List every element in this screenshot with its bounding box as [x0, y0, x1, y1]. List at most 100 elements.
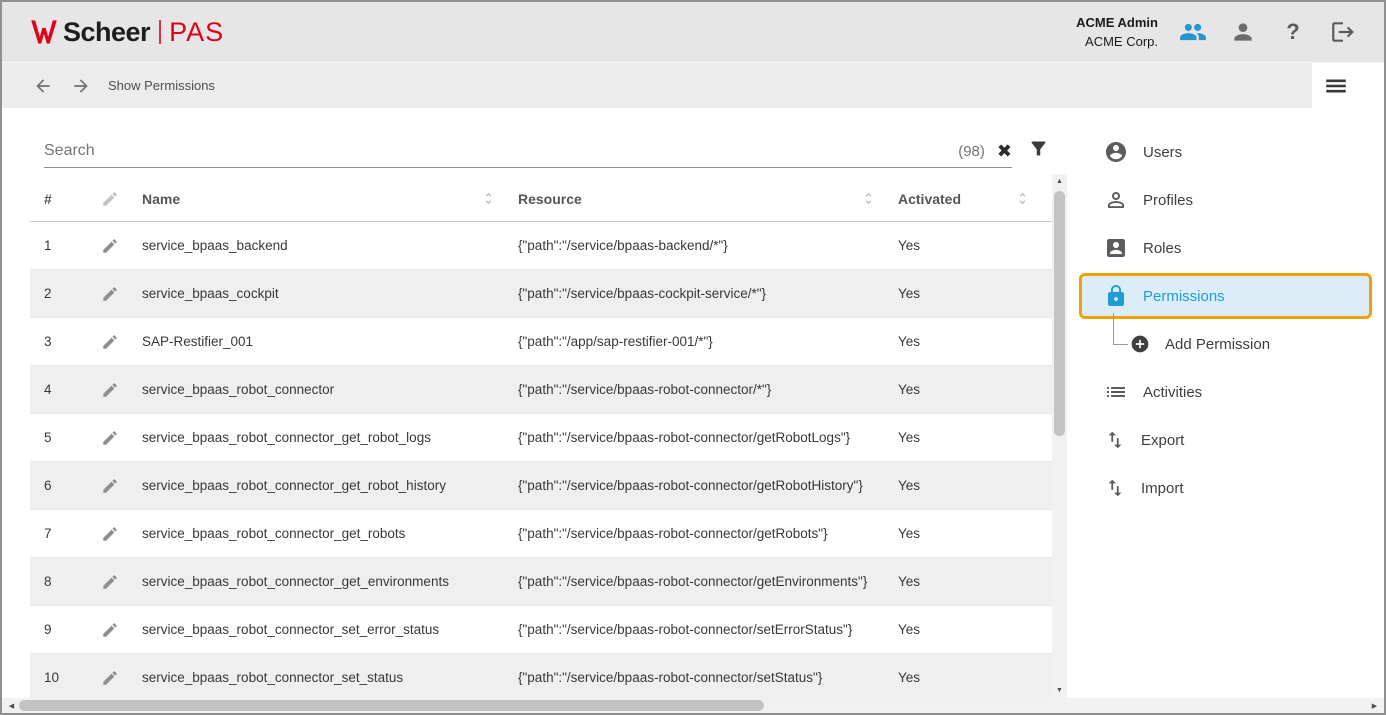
sidebar-item-export[interactable]: Export — [1077, 416, 1384, 464]
import-export-icon — [1104, 477, 1126, 499]
main-area: (98) ✖ # Name — [2, 108, 1384, 713]
header-name[interactable]: Name — [134, 191, 510, 207]
row-index: 9 — [30, 622, 86, 637]
row-name: service_bpaas_robot_connector_set_status — [134, 670, 510, 685]
help-icon[interactable]: ? — [1278, 17, 1308, 47]
row-index: 7 — [30, 526, 86, 541]
add-circle-icon — [1130, 334, 1150, 354]
row-resource: {"path":"/service/bpaas-robot-connector/… — [510, 670, 890, 685]
user-name: ACME Admin — [1076, 13, 1158, 33]
scroll-down-icon[interactable]: ▼ — [1052, 683, 1067, 698]
sidebar-item-activities[interactable]: Activities — [1077, 368, 1384, 416]
row-activated: Yes — [890, 478, 1052, 493]
admin-sidebar: Users Profiles Roles Permissions Add Per… — [1077, 108, 1384, 713]
row-activated: Yes — [890, 574, 1052, 589]
table-header-row: # Name Resource Activated — [30, 176, 1052, 222]
product-text: PAS — [169, 17, 224, 48]
sidebar-item-add-permission[interactable]: Add Permission — [1077, 320, 1384, 368]
horizontal-scrollbar-thumb[interactable] — [19, 700, 764, 711]
forward-arrow-icon[interactable] — [70, 75, 92, 97]
search-input[interactable] — [44, 142, 946, 160]
user-info: ACME Admin ACME Corp. — [1076, 13, 1158, 52]
row-name: service_bpaas_robot_connector — [134, 382, 510, 397]
row-index: 4 — [30, 382, 86, 397]
edit-icon[interactable] — [86, 237, 134, 255]
scroll-right-icon[interactable]: ▶ — [1367, 698, 1382, 713]
profile-icon[interactable] — [1228, 17, 1258, 47]
edit-icon[interactable] — [86, 381, 134, 399]
vertical-scrollbar[interactable]: ▲ ▼ — [1052, 174, 1067, 698]
top-header-bar: Scheer PAS ACME Admin ACME Corp. ? — [2, 2, 1384, 62]
scroll-left-icon[interactable]: ◀ — [4, 698, 19, 713]
sidebar-item-import[interactable]: Import — [1077, 464, 1384, 512]
row-resource: {"path":"/service/bpaas-robot-connector/… — [510, 622, 890, 637]
row-resource: {"path":"/service/bpaas-robot-connector/… — [510, 574, 890, 589]
vertical-scrollbar-thumb[interactable] — [1054, 191, 1065, 436]
row-index: 10 — [30, 670, 86, 685]
row-resource: {"path":"/service/bpaas-robot-connector/… — [510, 478, 890, 493]
row-index: 5 — [30, 430, 86, 445]
row-name: service_bpaas_robot_connector_get_enviro… — [134, 574, 510, 589]
breadcrumb-bar: Show Permissions — [2, 62, 1384, 108]
sidebar-item-label: Export — [1141, 432, 1184, 449]
sidebar-item-label: Users — [1143, 144, 1182, 161]
row-name: service_bpaas_robot_connector_get_robot_… — [134, 430, 510, 445]
sidebar-item-label: Roles — [1143, 240, 1181, 257]
header-resource[interactable]: Resource — [510, 191, 890, 207]
app-window: Scheer PAS ACME Admin ACME Corp. ? — [0, 0, 1386, 715]
row-activated: Yes — [890, 526, 1052, 541]
edit-icon[interactable] — [86, 429, 134, 447]
search-field: (98) ✖ — [44, 142, 1012, 168]
edit-icon[interactable] — [86, 621, 134, 639]
scroll-up-icon[interactable]: ▲ — [1052, 174, 1067, 189]
sidebar-item-label: Import — [1141, 480, 1184, 497]
table-row: 2 service_bpaas_cockpit {"path":"/servic… — [30, 270, 1052, 318]
row-activated: Yes — [890, 238, 1052, 253]
row-activated: Yes — [890, 430, 1052, 445]
edit-icon[interactable] — [86, 285, 134, 303]
sidebar-item-profiles[interactable]: Profiles — [1077, 176, 1384, 224]
sidebar-item-label: Permissions — [1143, 288, 1225, 305]
sort-icon — [1015, 191, 1030, 206]
row-activated: Yes — [890, 670, 1052, 685]
row-name: service_bpaas_robot_connector_get_robots — [134, 526, 510, 541]
edit-icon[interactable] — [86, 525, 134, 543]
sidebar-item-label: Profiles — [1143, 192, 1193, 209]
sidebar-item-label: Add Permission — [1165, 336, 1270, 353]
row-name: service_bpaas_robot_connector_get_robot_… — [134, 478, 510, 493]
header-activated[interactable]: Activated — [890, 191, 1052, 207]
row-index: 3 — [30, 334, 86, 349]
clear-search-icon[interactable]: ✖ — [997, 142, 1012, 160]
sort-icon — [861, 191, 876, 206]
row-resource: {"path":"/service/bpaas-cockpit-service/… — [510, 286, 890, 301]
row-activated: Yes — [890, 382, 1052, 397]
logout-icon[interactable] — [1328, 17, 1358, 47]
row-index: 2 — [30, 286, 86, 301]
table-row: 9 service_bpaas_robot_connector_set_erro… — [30, 606, 1052, 654]
user-management-icon[interactable] — [1178, 17, 1208, 47]
edit-icon[interactable] — [86, 333, 134, 351]
table-row: 3 SAP-Restifier_001 {"path":"/app/sap-re… — [30, 318, 1052, 366]
permissions-table: # Name Resource Activated — [30, 176, 1052, 702]
horizontal-scrollbar[interactable]: ◀ ▶ — [2, 698, 1384, 713]
table-row: 1 service_bpaas_backend {"path":"/servic… — [30, 222, 1052, 270]
table-row: 7 service_bpaas_robot_connector_get_robo… — [30, 510, 1052, 558]
sidebar-item-users[interactable]: Users — [1077, 128, 1384, 176]
hamburger-menu-icon[interactable] — [1312, 63, 1360, 109]
permissions-content: (98) ✖ # Name — [2, 108, 1077, 713]
sort-icon — [481, 191, 496, 206]
filter-icon[interactable] — [1028, 138, 1049, 164]
edit-icon[interactable] — [86, 477, 134, 495]
edit-icon[interactable] — [86, 573, 134, 591]
account-box-icon — [1104, 236, 1128, 260]
table-row: 5 service_bpaas_robot_connector_get_robo… — [30, 414, 1052, 462]
brand-text: Scheer — [63, 17, 150, 48]
lock-icon — [1104, 284, 1128, 308]
sidebar-item-roles[interactable]: Roles — [1077, 224, 1384, 272]
edit-icon[interactable] — [86, 669, 134, 687]
user-org: ACME Corp. — [1076, 32, 1158, 52]
table-body: 1 service_bpaas_backend {"path":"/servic… — [30, 222, 1052, 702]
scheer-logo-icon — [28, 18, 60, 46]
back-arrow-icon[interactable] — [32, 75, 54, 97]
search-row: (98) ✖ — [44, 126, 1077, 168]
